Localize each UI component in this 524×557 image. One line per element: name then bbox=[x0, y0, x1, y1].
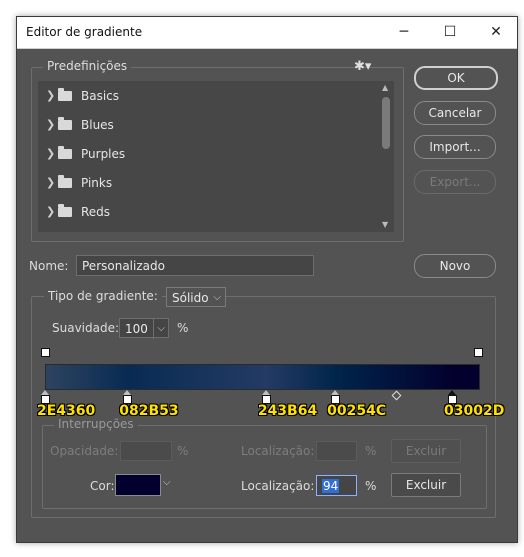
window-title: Editor de gradiente bbox=[26, 25, 143, 39]
smoothness-unit: % bbox=[177, 321, 189, 335]
preset-folder-label: Basics bbox=[81, 89, 120, 103]
opacity-unit: % bbox=[177, 444, 189, 458]
cancel-button[interactable]: Cancelar bbox=[414, 101, 496, 125]
chevron-right-icon[interactable]: ❯ bbox=[46, 205, 55, 218]
chevron-down-icon[interactable]: ⌵ bbox=[163, 477, 171, 488]
stops-legend: Interrupções bbox=[54, 417, 138, 431]
delete-opacity-stop-button[interactable]: Excluir bbox=[391, 439, 461, 463]
scrollbar-thumb[interactable] bbox=[382, 97, 390, 149]
folder-icon bbox=[58, 88, 72, 101]
chevron-right-icon[interactable]: ❯ bbox=[46, 147, 55, 160]
chevron-right-icon[interactable]: ❯ bbox=[46, 118, 55, 131]
opacity-location-input[interactable] bbox=[316, 441, 357, 461]
color-stop-hex-label: 03002D bbox=[444, 403, 505, 419]
preset-folder-pinks[interactable]: ❯ Pinks bbox=[38, 169, 378, 198]
scroll-down-icon[interactable]: ▼ bbox=[382, 220, 388, 229]
chevron-down-icon: ⌵ bbox=[213, 292, 221, 303]
preset-folder-reds[interactable]: ❯ Reds bbox=[38, 198, 378, 227]
presets-list: ❯ Basics ❯ Blues ❯ Purples ❯ Pinks ❯ Red… bbox=[38, 81, 394, 232]
chevron-right-icon[interactable]: ❯ bbox=[46, 89, 55, 102]
opacity-stop[interactable] bbox=[474, 348, 483, 357]
preset-folder-label: Reds bbox=[81, 205, 111, 219]
color-location-input[interactable]: 94 bbox=[316, 475, 357, 496]
ok-button[interactable]: OK bbox=[414, 66, 498, 90]
preset-folder-purples[interactable]: ❯ Purples bbox=[38, 140, 378, 169]
color-stop-hex-label: 00254C bbox=[327, 403, 387, 419]
presets-scrollbar[interactable]: ▲ ▼ bbox=[379, 81, 393, 232]
gradient-type-select[interactable]: Sólido ⌵ bbox=[166, 287, 226, 307]
minimize-button[interactable]: ─ bbox=[381, 17, 427, 48]
color-location-label: Localização: bbox=[241, 479, 315, 493]
folder-icon bbox=[58, 204, 72, 217]
export-button[interactable]: Export... bbox=[414, 170, 496, 194]
chevron-down-icon[interactable]: ⌵ bbox=[153, 319, 165, 339]
opacity-input[interactable] bbox=[120, 441, 172, 461]
color-stop-hex-label: 243B64 bbox=[257, 403, 318, 419]
color-swatch[interactable] bbox=[115, 474, 161, 496]
color-stops-track[interactable] bbox=[41, 390, 486, 404]
presets-legend: Predefinições bbox=[43, 59, 132, 73]
preset-folder-blues[interactable]: ❯ Blues bbox=[38, 111, 378, 140]
title-bar: Editor de gradiente ─ ☐ ✕ bbox=[17, 17, 517, 49]
gradient-editor-dialog: Editor de gradiente ─ ☐ ✕ Predefinições … bbox=[16, 16, 518, 543]
color-location-unit: % bbox=[365, 479, 377, 493]
maximize-button[interactable]: ☐ bbox=[427, 17, 473, 48]
gear-icon[interactable]: ✱▾ bbox=[354, 59, 371, 74]
opacity-stop[interactable] bbox=[41, 348, 50, 357]
preset-folder-label: Purples bbox=[81, 147, 126, 161]
gradient-type-value: Sólido bbox=[172, 291, 209, 305]
gradient-type-label: Tipo de gradiente: bbox=[44, 289, 162, 303]
opacity-stops-track[interactable] bbox=[41, 347, 483, 359]
smoothness-label: Suavidade: bbox=[52, 321, 120, 335]
delete-color-stop-button[interactable]: Excluir bbox=[391, 473, 461, 497]
name-label: Nome: bbox=[29, 259, 69, 273]
opacity-location-label: Localização: bbox=[241, 444, 315, 458]
midpoint-diamond[interactable] bbox=[391, 390, 402, 401]
preset-folder-basics[interactable]: ❯ Basics bbox=[38, 82, 378, 111]
opacity-location-unit: % bbox=[365, 444, 377, 458]
new-button[interactable]: Novo bbox=[414, 254, 496, 278]
smoothness-value: 100 bbox=[125, 322, 148, 336]
name-input[interactable]: Personalizado bbox=[76, 255, 314, 276]
preset-folder-label: Pinks bbox=[81, 176, 113, 190]
scroll-up-icon[interactable]: ▲ bbox=[382, 83, 388, 92]
chevron-right-icon[interactable]: ❯ bbox=[46, 176, 55, 189]
close-button[interactable]: ✕ bbox=[473, 17, 519, 48]
folder-icon bbox=[58, 175, 72, 188]
color-label: Cor: bbox=[90, 479, 115, 493]
folder-icon bbox=[58, 117, 72, 130]
opacity-label: Opacidade: bbox=[50, 444, 119, 458]
import-button[interactable]: Import... bbox=[414, 135, 496, 159]
color-location-value: 94 bbox=[322, 479, 340, 493]
preset-folder-label: Blues bbox=[81, 118, 114, 132]
smoothness-input[interactable]: 100 ⌵ bbox=[119, 318, 169, 339]
gradient-preview-bar[interactable] bbox=[45, 364, 480, 390]
folder-icon bbox=[58, 146, 72, 159]
